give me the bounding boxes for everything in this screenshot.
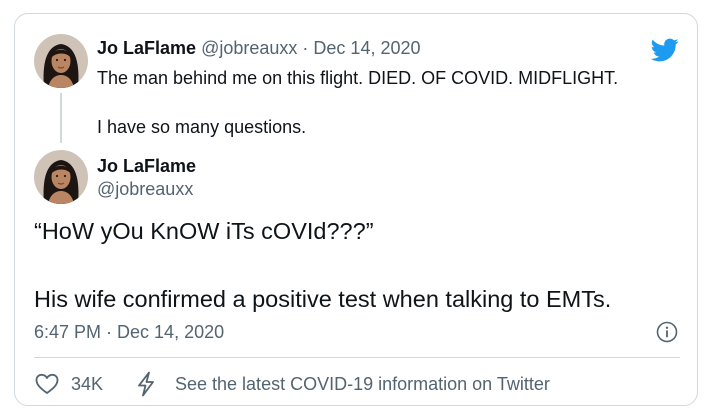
like-count[interactable]: 34K	[71, 374, 103, 395]
header-separator: ·	[302, 38, 309, 58]
tweet-timestamp[interactable]: 6:47 PM · Dec 14, 2020	[34, 322, 224, 343]
author-handle[interactable]: @jobreauxx	[97, 179, 193, 200]
divider	[34, 357, 680, 358]
reply-tweet-header: Jo LaFlame @jobreauxx · Dec 14, 2020	[97, 38, 421, 59]
twitter-bird-icon[interactable]	[649, 36, 681, 64]
tweet-embed-card: Jo LaFlame @jobreauxx · Dec 14, 2020 The…	[14, 13, 698, 406]
author-name[interactable]: Jo LaFlame	[97, 156, 196, 177]
reply-tweet-date[interactable]: Dec 14, 2020	[313, 38, 420, 58]
avatar[interactable]	[34, 150, 88, 204]
info-icon[interactable]	[656, 321, 678, 343]
reply-tweet-text-line1: The man behind me on this flight. DIED. …	[97, 68, 619, 88]
lightning-bolt-icon[interactable]	[135, 371, 157, 397]
thread-connector-line	[60, 93, 62, 143]
main-tweet-text-line2: His wife confirmed a positive test when …	[34, 286, 612, 312]
covid-info-link[interactable]: See the latest COVID-19 information on T…	[175, 374, 550, 395]
author-name[interactable]: Jo LaFlame	[97, 38, 196, 58]
avatar[interactable]	[34, 34, 88, 88]
author-handle[interactable]: @jobreauxx	[201, 38, 297, 58]
main-tweet-text-line1: “HoW yOu KnOW iTs cOVId???”	[34, 218, 374, 244]
reply-tweet-text-line2: I have so many questions.	[97, 117, 307, 137]
heart-icon[interactable]	[35, 373, 59, 395]
